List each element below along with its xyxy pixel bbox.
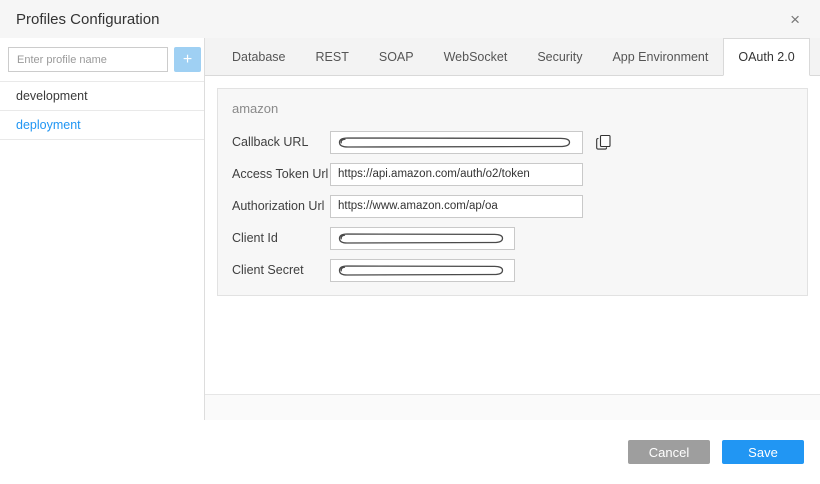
redacted-scribble: [336, 135, 573, 150]
bottom-strip: [205, 394, 820, 420]
callback-url-field[interactable]: [330, 131, 583, 154]
field-row-client-id: Client Id: [232, 226, 793, 250]
profiles-sidebar: + development deployment: [0, 38, 205, 420]
add-profile-button[interactable]: +: [174, 47, 201, 72]
tab-app-environment[interactable]: App Environment: [597, 38, 723, 75]
main-panel: Database REST SOAP WebSocket Security Ap…: [205, 38, 820, 420]
field-row-client-secret: Client Secret: [232, 258, 793, 282]
dialog-body: + development deployment Database REST S…: [0, 38, 820, 420]
field-label: Client Secret: [232, 263, 330, 277]
field-row-access-token-url: Access Token Url: [232, 162, 793, 186]
field-label: Access Token Url: [232, 167, 330, 181]
profiles-configuration-dialog: Profiles Configuration × + development d…: [0, 0, 820, 484]
dialog-header: Profiles Configuration ×: [0, 0, 820, 38]
tab-security[interactable]: Security: [522, 38, 597, 75]
copy-icon[interactable]: [595, 134, 612, 151]
client-secret-field[interactable]: [330, 259, 515, 282]
field-row-authorization-url: Authorization Url: [232, 194, 793, 218]
close-icon[interactable]: ×: [786, 9, 804, 30]
field-label: Client Id: [232, 231, 330, 245]
field-label: Callback URL: [232, 135, 330, 149]
profile-add-row: +: [0, 38, 204, 81]
profile-name-input[interactable]: [8, 47, 168, 72]
tab-bar: Database REST SOAP WebSocket Security Ap…: [205, 38, 820, 76]
field-label: Authorization Url: [232, 199, 330, 213]
dialog-title: Profiles Configuration: [16, 11, 159, 28]
profile-item-development[interactable]: development: [0, 82, 204, 111]
client-id-field[interactable]: [330, 227, 515, 250]
tab-oauth-2-0[interactable]: OAuth 2.0: [723, 38, 809, 76]
redacted-scribble: [336, 263, 506, 278]
dialog-footer: Cancel Save: [0, 420, 820, 484]
field-row-callback-url: Callback URL: [232, 130, 793, 154]
access-token-url-input[interactable]: [330, 163, 583, 186]
profile-item-deployment[interactable]: deployment: [0, 111, 204, 140]
redacted-scribble: [336, 231, 506, 246]
authorization-url-input[interactable]: [330, 195, 583, 218]
section-title: amazon: [232, 101, 793, 116]
save-button[interactable]: Save: [722, 440, 804, 464]
tab-database[interactable]: Database: [217, 38, 301, 75]
tab-content: amazon Callback URL: [205, 76, 820, 394]
oauth-amazon-panel: amazon Callback URL: [217, 88, 808, 296]
tab-soap[interactable]: SOAP: [364, 38, 429, 75]
tab-websocket[interactable]: WebSocket: [429, 38, 523, 75]
cancel-button[interactable]: Cancel: [628, 440, 710, 464]
profile-list: development deployment: [0, 81, 204, 140]
tab-rest[interactable]: REST: [301, 38, 364, 75]
